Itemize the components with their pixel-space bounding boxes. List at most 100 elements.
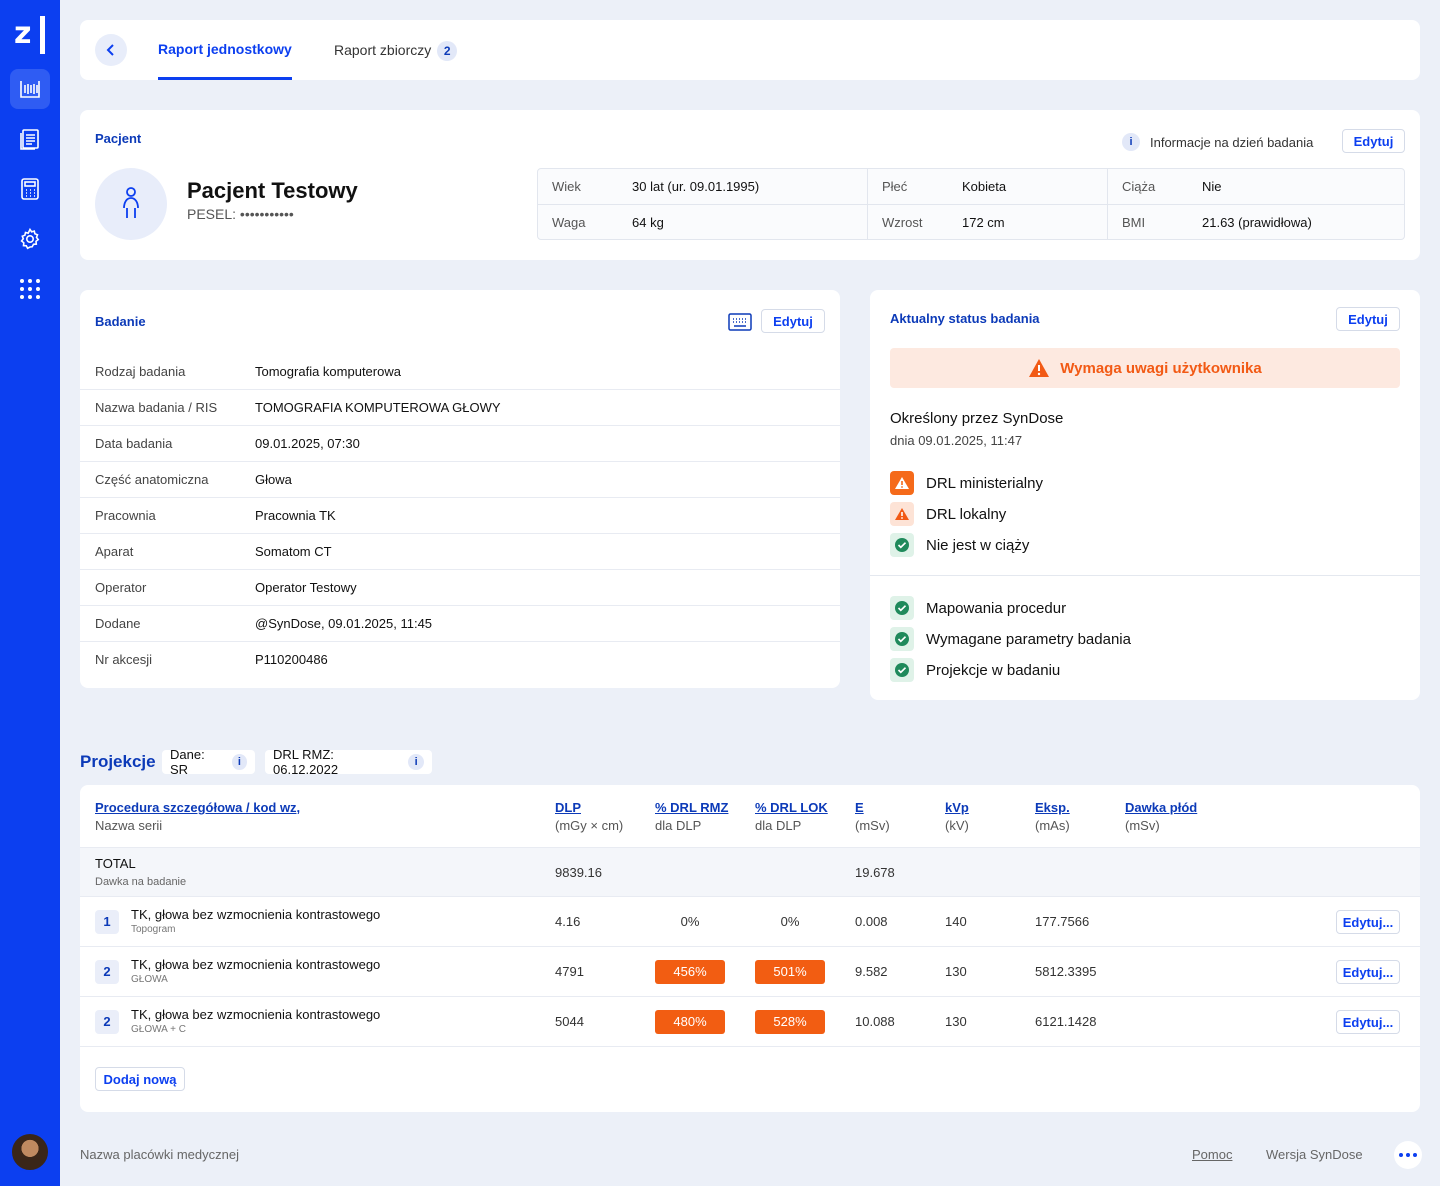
patient-card: Pacjent i Informacje na dzień badania Ed… [80,110,1420,260]
sidebar-item-calculator[interactable] [10,169,50,209]
exam-row: Nazwa badania / RIS TOMOGRAFIA KOMPUTEROW… [80,390,840,426]
sidebar-item-reports[interactable] [10,69,50,109]
warning-icon [890,502,914,526]
table-row: 2 TK, głowa bez wzmocnienia kontrastoweg… [80,997,1420,1047]
drl-rmz-percent: 456% [655,960,725,984]
facility-name: Nazwa placówki medycznej [80,1147,239,1162]
exam-status-card: Aktualny status badania Edytuj Wymaga uw… [870,290,1420,700]
row-number: 2 [95,1010,119,1034]
drl-lok-percent: 0% [780,914,800,929]
column-header-dlp[interactable]: DLP (mGy × cm) [555,799,623,835]
column-header-drl-rmz[interactable]: % DRL RMZ dla DLP [655,799,728,835]
user-avatar[interactable] [10,1132,50,1172]
tab-single-report[interactable]: Raport jednostkowy [158,20,292,80]
check-icon [890,658,914,682]
patient-details-table: Wiek 30 lat (ur. 09.01.1995) Płeć Kobiet… [537,168,1405,240]
bmi-value: 21.63 (prawidłowa) [1202,215,1312,230]
series-name: Topogram [131,924,176,935]
sidebar-item-documents[interactable] [10,119,50,159]
column-header-procedure[interactable]: Procedura szczegółowa / kod wz, Nazwa ser… [95,799,300,835]
procedure-name: TK, głowa bez wzmocnienia kontrastowego [131,1007,381,1022]
pregnancy-value: Nie [1202,179,1222,194]
patient-pesel: PESEL: ••••••••••• [187,206,294,222]
check-icon [890,627,914,651]
gear-icon [20,227,40,250]
sex-value: Kobieta [962,179,1007,194]
column-header-exposure[interactable]: Eksp. (mAs) [1035,799,1070,835]
row-edit-button[interactable]: Edytuj... [1336,1010,1400,1034]
drl-lok-percent: 528% [755,1010,825,1034]
status-determined-date: dnia 09.01.2025, 11:47 [890,433,1023,448]
patient-avatar [95,168,167,240]
row-edit-button[interactable]: Edytuj... [1336,960,1400,984]
exam-row: Rodzaj badania Tomografia komputerowa [80,354,840,390]
age-label: Wiek [552,179,581,194]
row-number: 1 [95,910,119,934]
column-header-kvp[interactable]: kVp (kV) [945,799,969,835]
column-header-drl-lok[interactable]: % DRL LOK dla DLP [755,799,828,835]
more-options-button[interactable] [1394,1141,1422,1169]
column-header-e[interactable]: E (mSv) [855,799,890,835]
tab-summary-report[interactable]: Raport zbiorczy 2 [334,20,458,80]
sex-label: Płeć [882,179,908,194]
add-new-button[interactable]: Dodaj nową [95,1067,185,1091]
exam-row: Pracownia Pracownia TK [80,498,840,534]
check-not-pregnant: Nie jest w ciąży [890,533,1029,557]
row-edit-button[interactable]: Edytuj... [1336,910,1400,934]
drl-rmz-percent: 480% [655,1010,725,1034]
back-button[interactable] [95,34,127,66]
column-header-fetal-dose[interactable]: Dawka płód (mSv) [1125,799,1197,835]
exam-edit-button[interactable]: Edytuj [761,309,825,333]
exam-row: Aparat Somatom CT [80,534,840,570]
patient-name: Pacjent Testowy [187,178,358,203]
validation-procedure-mapping: Mapowania procedur [890,596,1066,620]
check-icon [890,533,914,557]
pregnancy-label: Ciąża [1122,179,1156,194]
document-list-icon [20,129,39,150]
info-icon[interactable]: i [408,754,424,770]
exam-section-title: Badanie [95,314,146,329]
barcode-icon [20,81,40,98]
exam-card: Badanie Edytuj Rodzaj badania Tomografia … [80,290,840,688]
patient-info-note: i Informacje na dzień badania [1122,133,1313,151]
series-name: GŁOWA [131,974,168,985]
warning-triangle-icon [1029,359,1050,377]
info-icon[interactable]: i [231,754,247,770]
exam-row: Dodane @SynDose, 09.01.2025, 11:45 [80,606,840,642]
age-value: 30 lat (ur. 09.01.1995) [632,179,760,194]
projections-table: Procedura szczegółowa / kod wz, Nazwa ser… [80,785,1420,1112]
table-row: 1 TK, głowa bez wzmocnienia kontrastoweg… [80,897,1420,947]
weight-value: 64 kg [632,215,664,230]
person-icon [123,187,139,218]
status-edit-button[interactable]: Edytuj [1336,307,1400,331]
projections-title: Projekcje [80,752,156,771]
report-tabs-bar: Raport jednostkowy Raport zbiorczy 2 [80,20,1420,80]
keyboard-icon[interactable] [728,313,752,331]
row-number: 2 [95,960,119,984]
attention-banner: Wymaga uwagi użytkownika [890,348,1400,388]
warning-icon [890,471,914,495]
sidebar-item-apps[interactable] [10,269,50,309]
validation-required-params: Wymagane parametry badania [890,627,1131,651]
exam-row: Data badania 09.01.2025, 07:30 [80,426,840,462]
info-icon[interactable]: i [1122,133,1140,151]
total-row: TOTAL Dawka na badanie 9839.16 19.678 [80,847,1420,897]
help-link[interactable]: Pomoc [1192,1147,1232,1162]
validation-projections: Projekcje w badaniu [890,658,1060,682]
app-logo[interactable]: z [14,16,46,56]
sidebar: z [0,0,60,1186]
height-label: Wzrost [882,215,923,230]
height-value: 172 cm [962,215,1005,230]
check-drl-local: DRL lokalny [890,502,1006,526]
bmi-label: BMI [1122,215,1146,230]
patient-edit-button[interactable]: Edytuj [1342,129,1405,153]
exam-row: Nr akcesji P110200486 [95,652,328,667]
calculator-icon [21,178,39,200]
check-icon [890,596,914,620]
status-determined-by: Określony przez SynDose [890,410,1064,427]
drl-lok-percent: 501% [755,960,825,984]
sidebar-item-settings[interactable] [10,219,50,259]
patient-section-title: Pacjent [95,131,142,146]
drl-date-chip: DRL RMZ: 06.12.2022 i [265,747,432,777]
weight-label: Waga [552,215,586,230]
